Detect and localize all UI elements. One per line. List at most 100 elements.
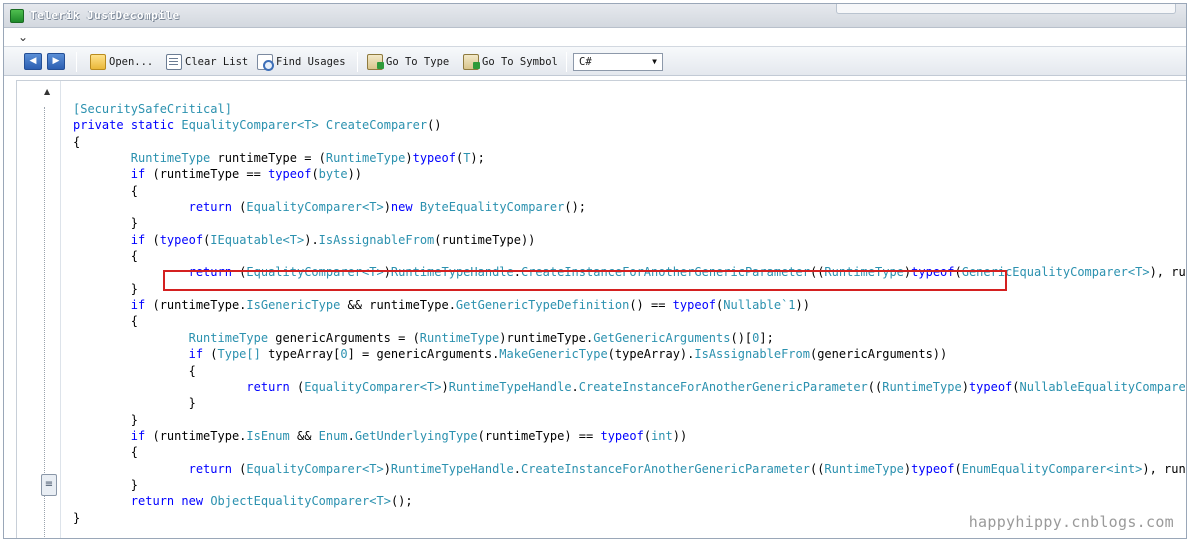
- code-token: typeof: [268, 167, 312, 182]
- code-token: )runtimeType.: [499, 330, 594, 345]
- code-token: (: [954, 265, 962, 280]
- code-token: IEquatable<T>: [210, 232, 305, 247]
- go-to-symbol-label: Go To Symbol: [482, 56, 558, 68]
- code-token: CreateComparer: [325, 118, 428, 133]
- code-token: ): [383, 265, 391, 280]
- code-line: }: [73, 215, 1186, 231]
- code-token: typeof: [672, 298, 717, 313]
- code-token: ObjectEqualityComparer<T>: [210, 494, 391, 509]
- editor-gutter: ▲ ≡: [17, 81, 61, 538]
- code-token: (: [231, 461, 247, 476]
- chevron-down-icon[interactable]: ⌄: [18, 28, 28, 46]
- toolbar-separator: [566, 52, 567, 72]
- code-token: genericArguments = (: [268, 330, 420, 345]
- code-token: )): [347, 167, 363, 182]
- code-token: {: [73, 134, 81, 149]
- go-to-symbol-button[interactable]: Go To Symbol: [463, 53, 558, 71]
- code-line: return (EqualityComparer<T>)RuntimeTypeH…: [73, 461, 1186, 477]
- code-token: 0: [340, 347, 348, 362]
- code-token: .: [571, 379, 579, 394]
- code-token: typeof: [911, 265, 955, 280]
- open-button[interactable]: Open...: [90, 53, 153, 71]
- code-editor[interactable]: ▲ ≡ [SecuritySafeCritical] private static…: [16, 80, 1186, 538]
- code-token: CreateInstanceForAnotherGenericParameter: [578, 379, 868, 394]
- code-token: NullableEqualityComparer<int>: [1019, 379, 1186, 394]
- menu-row: ⌄: [4, 28, 1186, 46]
- code-token: ByteEqualityComparer: [419, 200, 565, 215]
- code-line: {: [73, 313, 1186, 329]
- code-token: (runtimeType ==: [145, 167, 269, 182]
- code-token: (runtimeType) ==: [477, 428, 601, 443]
- code-token: (genericArguments)): [809, 347, 948, 362]
- code-token: RuntimeTypeHandle: [390, 461, 514, 476]
- code-token: return: [188, 265, 232, 280]
- code-token: .: [347, 428, 355, 443]
- code-token: if: [130, 232, 146, 247]
- code-line: }: [73, 281, 1186, 297]
- go-to-type-button[interactable]: Go To Type: [367, 53, 449, 71]
- code-line: {: [73, 444, 1186, 460]
- clear-list-icon: [166, 54, 182, 70]
- code-token: [SecuritySafeCritical]: [73, 102, 232, 116]
- code-token: (: [954, 461, 962, 476]
- code-token: new: [390, 200, 413, 215]
- code-token: {: [73, 314, 139, 329]
- go-to-type-label: Go To Type: [386, 56, 450, 68]
- code-token: (: [311, 167, 319, 182]
- find-usages-button[interactable]: Find Usages: [257, 53, 346, 71]
- code-token: IsAssignableFrom: [318, 232, 435, 247]
- code-token: {: [73, 445, 139, 460]
- folder-open-icon: [90, 54, 106, 70]
- code-token: RuntimeType: [824, 265, 904, 280]
- code-token: ): [383, 461, 391, 476]
- code-token: )): [795, 298, 810, 313]
- code-token: CreateInstanceForAnotherGenericParameter: [520, 461, 810, 476]
- forward-button[interactable]: ▶: [47, 53, 65, 70]
- open-label: Open...: [109, 56, 154, 68]
- back-button[interactable]: ◀: [24, 53, 42, 70]
- code-token: }: [73, 396, 196, 411]
- code-token: (: [231, 265, 247, 280]
- code-token: }: [73, 412, 139, 427]
- code-line: [SecuritySafeCritical]: [73, 101, 1186, 117]
- code-token: )): [672, 428, 688, 443]
- code-token: () ==: [629, 298, 673, 313]
- code-line: RuntimeType genericArguments = (RuntimeT…: [73, 330, 1186, 346]
- scroll-thumb-icon[interactable]: ≡: [41, 474, 57, 496]
- code-token: if: [130, 167, 146, 182]
- code-line: {: [73, 183, 1186, 199]
- code-token: if: [130, 298, 146, 313]
- code-token: }: [73, 477, 139, 492]
- code-token: ), runtimeType);: [1149, 265, 1186, 280]
- code-token: ).: [304, 232, 319, 247]
- collapse-arrow-icon[interactable]: ▲: [44, 87, 50, 96]
- code-token: EqualityComparer<T>: [181, 118, 319, 133]
- language-select[interactable]: C# ▼: [573, 53, 663, 71]
- code-line: {: [73, 134, 1186, 150]
- title-search-box[interactable]: [836, 4, 1176, 14]
- code-token: {: [73, 183, 139, 198]
- code-line: {: [73, 248, 1186, 264]
- code-line: private static EqualityComparer<T> Creat…: [73, 117, 1186, 133]
- code-token: &&: [289, 428, 319, 443]
- code-token: RuntimeType: [188, 330, 269, 345]
- clear-list-label: Clear List: [185, 56, 249, 68]
- code-token: (): [427, 118, 442, 133]
- clear-list-button[interactable]: Clear List: [166, 53, 248, 71]
- app-window: Telerik JustDecompile ⌄ ◀ ▶ Open... Clea…: [3, 3, 1187, 539]
- decompiled-code[interactable]: [SecuritySafeCritical] private static Equ…: [73, 101, 1186, 538]
- toolbar-separator: [76, 52, 77, 72]
- code-line: if (runtimeType == typeof(byte)): [73, 166, 1186, 182]
- code-token: RuntimeType: [419, 330, 500, 345]
- app-logo-icon: [10, 9, 24, 23]
- code-line: }: [73, 412, 1186, 428]
- language-selected-value: C#: [579, 56, 592, 68]
- code-token: }: [73, 216, 139, 231]
- code-token: (: [231, 200, 247, 215]
- code-token: .: [513, 461, 521, 476]
- code-token: typeof: [600, 428, 644, 443]
